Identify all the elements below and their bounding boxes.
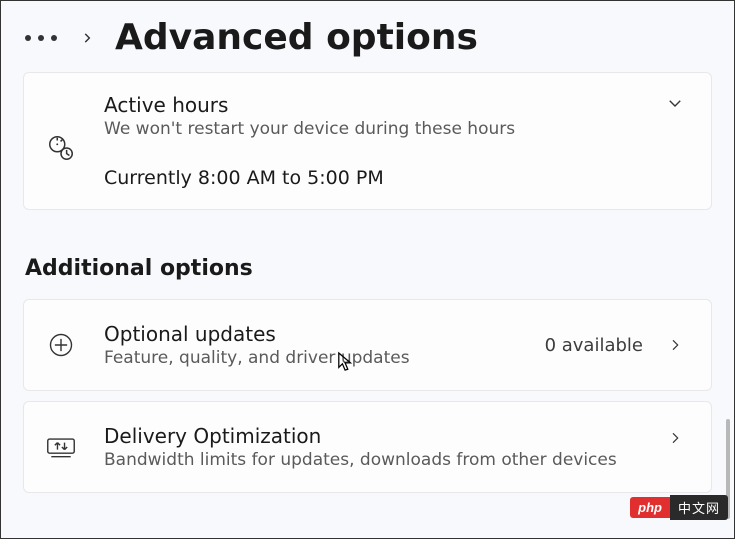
card-right: 0 available — [545, 335, 685, 356]
additional-options-heading: Additional options — [25, 256, 712, 281]
card-right — [665, 93, 685, 113]
clock-gear-icon — [44, 131, 78, 165]
optional-updates-title: Optional updates — [104, 322, 519, 346]
card-body: Delivery Optimization Bandwidth limits f… — [104, 424, 639, 470]
badge-right: 中文网 — [670, 495, 728, 520]
chevron-right-icon[interactable] — [665, 335, 685, 355]
page-title: Advanced options — [115, 17, 478, 58]
active-hours-card[interactable]: Active hours We won't restart your devic… — [23, 72, 712, 210]
chevron-down-icon[interactable] — [665, 93, 685, 113]
header: Advanced options — [1, 1, 734, 68]
optional-updates-count: 0 available — [545, 335, 643, 356]
active-hours-current: Currently 8:00 AM to 5:00 PM — [104, 167, 639, 189]
chevron-right-icon[interactable] — [77, 28, 97, 48]
more-icon[interactable] — [23, 29, 59, 47]
badge-left: php — [630, 497, 670, 518]
active-hours-subtitle: We won't restart your device during thes… — [104, 119, 639, 139]
delivery-optimization-card[interactable]: Delivery Optimization Bandwidth limits f… — [23, 401, 712, 493]
watermark-badge: php 中文网 — [630, 495, 728, 520]
content: Active hours We won't restart your devic… — [1, 68, 734, 493]
network-transfer-icon — [44, 430, 78, 464]
delivery-optimization-title: Delivery Optimization — [104, 424, 639, 448]
delivery-optimization-subtitle: Bandwidth limits for updates, downloads … — [104, 450, 639, 470]
optional-updates-card[interactable]: Optional updates Feature, quality, and d… — [23, 299, 712, 391]
card-right — [665, 446, 685, 448]
chevron-right-icon[interactable] — [665, 428, 685, 448]
plus-circle-icon — [44, 328, 78, 362]
active-hours-title: Active hours — [104, 93, 639, 117]
card-body: Optional updates Feature, quality, and d… — [104, 322, 519, 368]
card-body: Active hours We won't restart your devic… — [104, 93, 639, 189]
optional-updates-subtitle: Feature, quality, and driver updates — [104, 348, 519, 368]
